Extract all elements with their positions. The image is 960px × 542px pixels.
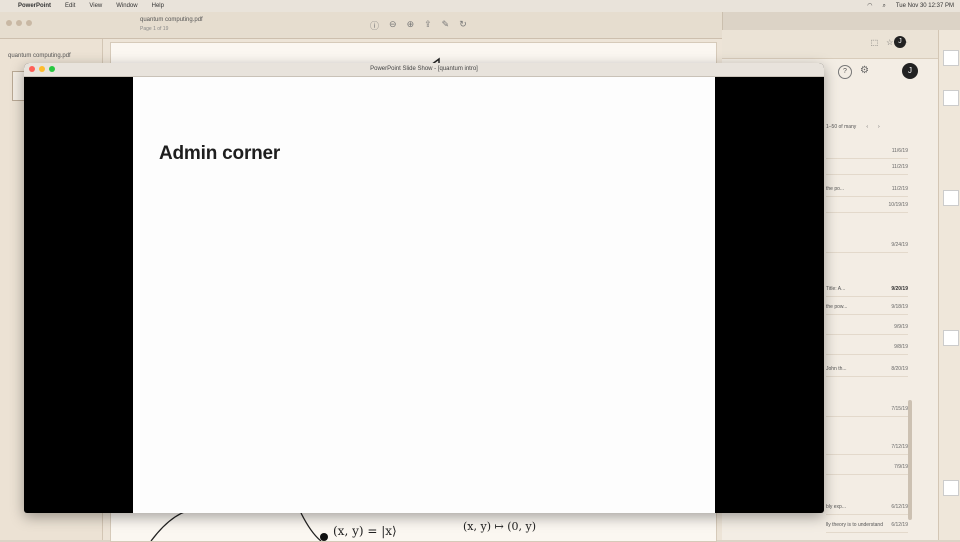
- chevron-right-icon[interactable]: ›: [878, 124, 880, 130]
- mail-row[interactable]: Title: A... 9/20/19: [826, 282, 908, 297]
- pager-text: 1–50 of many: [826, 124, 857, 130]
- mail-row[interactable]: 9/9/19: [826, 320, 908, 335]
- handwriting-stroke: [300, 512, 322, 541]
- slideshow-titlebar: PowerPoint Slide Show - [quantum intro]: [24, 63, 824, 77]
- menu-bar: PowerPoint Edit View Window Help ◠ ⌕ Tue…: [0, 0, 960, 12]
- share-icon[interactable]: ⇪: [424, 19, 432, 32]
- mail-date: 9/20/19: [891, 286, 908, 292]
- mail-date: 7/12/19: [891, 444, 908, 450]
- mail-row[interactable]: 11/2/19: [826, 160, 908, 175]
- zoom-icon[interactable]: [26, 20, 32, 26]
- mail-date: 9/24/19: [891, 242, 908, 248]
- mail-row[interactable]: bly exp... 6/12/19: [826, 500, 908, 515]
- dock-item[interactable]: [943, 330, 959, 346]
- minimize-icon[interactable]: [39, 66, 45, 72]
- menubar-clock[interactable]: Tue Nov 30 12:37 PM: [896, 0, 954, 12]
- star-icon[interactable]: ☆: [886, 38, 893, 47]
- menu-app-name[interactable]: PowerPoint: [18, 0, 51, 12]
- browser-toolbar: ⬚ ☆ ✦ J: [722, 30, 938, 59]
- mail-snippet: Title: A...: [826, 286, 846, 292]
- mail-row[interactable]: 7/9/19: [826, 460, 908, 475]
- mail-snippet: the po...: [826, 186, 845, 192]
- pdf-toolbar: quantum computing.pdf Page 1 of 19 ⓘ ⊖ ⊕…: [0, 12, 722, 39]
- mail-date: 7/15/19: [891, 406, 908, 412]
- wifi-icon[interactable]: ◠: [867, 0, 872, 12]
- mail-date: 11/6/19: [891, 148, 908, 154]
- slide-heading: Admin corner: [159, 143, 281, 164]
- mail-row[interactable]: 9/8/19: [826, 340, 908, 355]
- pdf-page-count: Page 1 of 19: [140, 26, 169, 32]
- account-avatar[interactable]: J: [902, 63, 918, 79]
- mail-snippet: bly exp...: [826, 504, 847, 510]
- mail-row[interactable]: 7/15/19: [826, 402, 908, 417]
- bookmark-icon[interactable]: ⬚: [871, 38, 879, 47]
- rotate-icon[interactable]: ↻: [459, 19, 467, 32]
- menu-window[interactable]: Window: [116, 0, 137, 12]
- mail-snippet: John th...: [826, 366, 847, 372]
- pdf-sidebar-filename[interactable]: quantum computing.pdf: [8, 53, 71, 59]
- menu-view[interactable]: View: [89, 0, 102, 12]
- status-area: ◠ ⌕ Tue Nov 30 12:37 PM: [867, 0, 954, 12]
- scrollbar[interactable]: [908, 400, 912, 520]
- slide[interactable]: Admin corner: [133, 77, 715, 513]
- mail-date: 10/19/19: [888, 202, 908, 208]
- mail-date: 11/2/19: [891, 164, 908, 170]
- handwriting-formula-2: (x, y) ↦ (0, y): [463, 520, 536, 533]
- handwriting-stroke: [150, 508, 212, 541]
- dock-item[interactable]: [943, 190, 959, 206]
- mail-date: 6/12/19: [891, 504, 908, 510]
- mail-snippet: lly theory is to understand: [826, 522, 883, 528]
- help-icon[interactable]: ?: [838, 65, 852, 79]
- mail-row[interactable]: lly theory is to understand 6/12/19: [826, 518, 908, 533]
- pen-icon[interactable]: ✎: [442, 19, 450, 32]
- profile-avatar[interactable]: J: [894, 36, 906, 48]
- mail-row[interactable]: the po... 11/2/19: [826, 182, 908, 197]
- slideshow-window: PowerPoint Slide Show - [quantum intro] …: [24, 63, 824, 513]
- mail-row[interactable]: 11/6/19: [826, 144, 908, 159]
- mail-row[interactable]: 10/19/19: [826, 198, 908, 213]
- right-dock: [938, 30, 960, 540]
- zoom-in-icon[interactable]: ⊕: [407, 19, 415, 32]
- menu-edit[interactable]: Edit: [65, 0, 75, 12]
- mail-date: 9/8/19: [894, 344, 908, 350]
- mail-date: 6/12/19: [891, 522, 908, 528]
- mail-date: 9/18/19: [891, 304, 908, 310]
- mail-row[interactable]: 7/12/19: [826, 440, 908, 455]
- mail-date: 9/9/19: [894, 324, 908, 330]
- mail-row[interactable]: John th... 8/20/19: [826, 362, 908, 377]
- mail-date: 11/2/19: [891, 186, 908, 192]
- minimize-icon[interactable]: [16, 20, 22, 26]
- gear-icon[interactable]: ⚙: [860, 65, 869, 76]
- zoom-icon[interactable]: [49, 66, 55, 72]
- mail-row[interactable]: 9/24/19: [826, 238, 908, 253]
- mail-row[interactable]: the pow... 9/18/19: [826, 300, 908, 315]
- pdf-window-title: quantum computing.pdf: [140, 17, 203, 23]
- chevron-left-icon[interactable]: ‹: [866, 124, 868, 130]
- dock-item[interactable]: [943, 50, 959, 66]
- slideshow-traffic-lights: [29, 66, 55, 72]
- pdf-tools: ⓘ ⊖ ⊕ ⇪ ✎ ↻: [370, 19, 467, 32]
- pdf-traffic-lights: [6, 20, 32, 26]
- dock-item[interactable]: [943, 480, 959, 496]
- dock-item[interactable]: [943, 90, 959, 106]
- close-icon[interactable]: [29, 66, 35, 72]
- zoom-out-icon[interactable]: ⊖: [389, 19, 397, 32]
- mail-date: 8/20/19: [891, 366, 908, 372]
- handwriting-formula-1: (x, y) = |x⟩: [333, 524, 397, 538]
- pagination: 1–50 of many ‹ ›: [826, 124, 880, 130]
- close-icon[interactable]: [6, 20, 12, 26]
- menu-help[interactable]: Help: [152, 0, 164, 12]
- search-icon[interactable]: ⌕: [882, 0, 885, 12]
- mail-snippet: the pow...: [826, 304, 848, 310]
- info-icon[interactable]: ⓘ: [370, 19, 379, 32]
- mail-date: 7/9/19: [894, 464, 908, 470]
- slideshow-window-title: PowerPoint Slide Show - [quantum intro]: [370, 66, 478, 72]
